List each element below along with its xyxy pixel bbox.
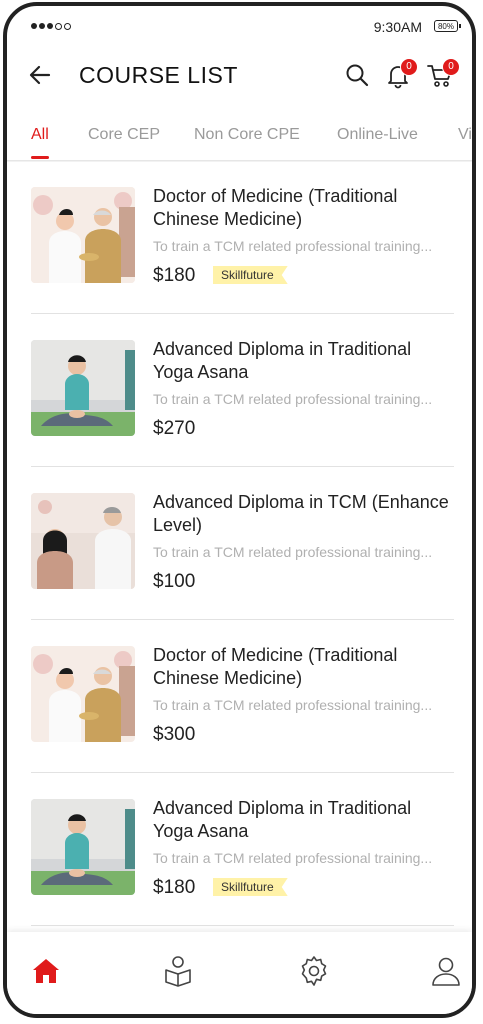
- courses-icon: [165, 956, 191, 987]
- settings-icon: [301, 956, 327, 986]
- status-time: 9:30AM: [373, 19, 422, 35]
- bottom-navigation: [7, 932, 472, 1014]
- notifications-badge: 0: [400, 58, 418, 76]
- tcm-doctors-image: [31, 187, 135, 283]
- tab-non-core-cpe[interactable]: Non Core CPE: [194, 126, 300, 144]
- status-bar: 9:30AM 80%: [7, 6, 472, 50]
- course-description: To train a TCM related professional trai…: [153, 238, 433, 254]
- yoga-image: [31, 340, 135, 436]
- course-card[interactable]: Doctor of Medicine (Traditional Chinese …: [7, 620, 472, 773]
- nav-settings[interactable]: [297, 954, 331, 988]
- course-thumbnail: [31, 187, 135, 283]
- tab-core-cep[interactable]: Core CEP: [88, 126, 160, 144]
- course-list: Doctor of Medicine (Traditional Chinese …: [7, 161, 472, 926]
- app-header: COURSE LIST 0 0: [7, 50, 472, 106]
- tcm-doctors-image: [31, 646, 135, 742]
- search-icon: [346, 64, 369, 87]
- skillfuture-tag: Skillfuture: [213, 266, 288, 284]
- course-thumbnail: [31, 340, 135, 436]
- course-title: Doctor of Medicine (Traditional Chinese …: [153, 645, 398, 688]
- signal-icon: [31, 23, 71, 30]
- course-price: $270: [153, 418, 196, 439]
- home-icon: [33, 959, 59, 983]
- course-description: To train a TCM related professional trai…: [153, 850, 433, 866]
- tab-all[interactable]: All: [31, 126, 49, 159]
- notifications-button[interactable]: 0: [384, 58, 418, 89]
- course-price: $300: [153, 724, 196, 745]
- course-price: $100: [153, 571, 196, 592]
- cart-badge: 0: [442, 58, 460, 76]
- course-description: To train a TCM related professional trai…: [153, 697, 433, 713]
- cart-button[interactable]: 0: [426, 58, 460, 89]
- skillfuture-tag: Skillfuture: [213, 878, 288, 896]
- page-title: COURSE LIST: [79, 62, 238, 88]
- search-button[interactable]: [343, 61, 371, 89]
- course-price: $180: [153, 877, 196, 898]
- course-title: Doctor of Medicine (Traditional Chinese …: [153, 186, 398, 229]
- course-title: Advanced Diploma in Traditional Yoga Asa…: [153, 339, 412, 382]
- course-title: Advanced Diploma in TCM (Enhance Level): [153, 492, 449, 535]
- course-description: To train a TCM related professional trai…: [153, 544, 433, 560]
- course-title: Advanced Diploma in Traditional Yoga Asa…: [153, 798, 412, 841]
- course-card[interactable]: Advanced Diploma in TCM (Enhance Level) …: [7, 467, 472, 620]
- tab-online-live[interactable]: Online-Live: [337, 126, 418, 144]
- course-description: To train a TCM related professional trai…: [153, 391, 433, 407]
- course-card[interactable]: Advanced Diploma in Traditional Yoga Asa…: [7, 314, 472, 467]
- category-tabs: All Core CEP Non Core CPE Online-Live Vi: [7, 106, 472, 161]
- course-thumbnail: [31, 799, 135, 895]
- divider: [31, 925, 454, 926]
- nav-home[interactable]: [29, 954, 63, 988]
- acupuncture-image: [31, 493, 135, 589]
- phone-frame: 9:30AM 80% COURSE LIST 0 0 All Core CEP …: [3, 2, 476, 1018]
- battery-icon: 80%: [434, 20, 461, 32]
- nav-courses[interactable]: [161, 954, 195, 988]
- course-price: $180: [153, 265, 196, 286]
- course-thumbnail: [31, 493, 135, 589]
- yoga-image: [31, 799, 135, 895]
- tab-next[interactable]: Vi: [458, 126, 472, 144]
- profile-icon: [432, 957, 460, 986]
- course-card[interactable]: Doctor of Medicine (Traditional Chinese …: [7, 161, 472, 314]
- course-card[interactable]: Advanced Diploma in Traditional Yoga Asa…: [7, 773, 472, 926]
- back-arrow-icon[interactable]: [27, 62, 53, 88]
- course-thumbnail: [31, 646, 135, 742]
- nav-profile[interactable]: [429, 954, 463, 988]
